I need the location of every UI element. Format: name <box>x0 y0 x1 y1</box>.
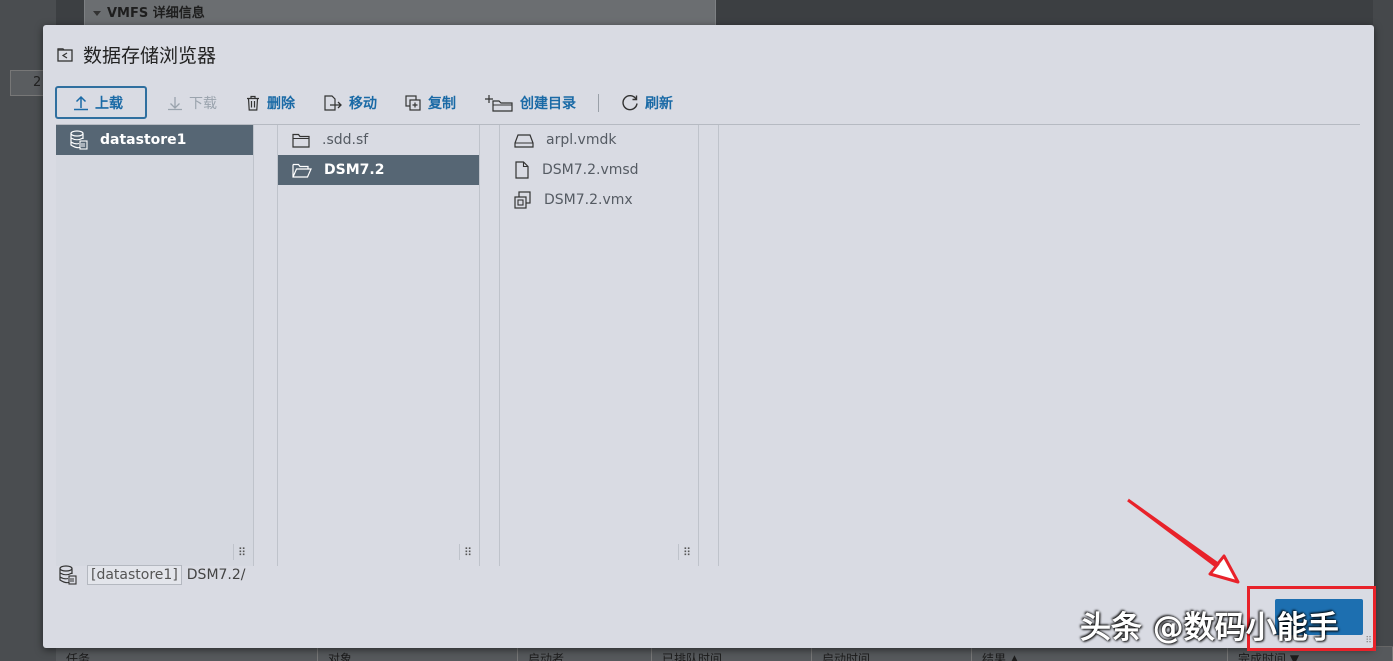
toolbar: 上载 下载 删除 移动 复制 创建目录 刷新 <box>55 86 687 119</box>
download-button[interactable]: 下载 <box>153 86 231 119</box>
background-right-edge <box>1373 0 1393 661</box>
pane-spacer <box>699 125 719 566</box>
background-number-field: 2 <box>10 70 46 96</box>
background-section-title: VMFS 详细信息 <box>107 6 205 21</box>
datastore-icon <box>70 130 88 150</box>
copy-icon <box>405 94 421 111</box>
folder-label: .sdd.sf <box>322 132 369 148</box>
move-button[interactable]: 移动 <box>309 86 391 119</box>
folder-label-selected: DSM7.2 <box>324 162 385 178</box>
object-column-header: 对象 <box>318 647 518 661</box>
task-column-header: 任务 <box>56 647 318 661</box>
pane-spacer <box>480 125 500 566</box>
folder-icon <box>292 133 310 148</box>
grip-dots-icon: ⠿ <box>463 546 473 559</box>
move-label: 移动 <box>349 95 377 112</box>
datastore-item[interactable]: datastore1 <box>56 125 253 155</box>
refresh-label: 刷新 <box>645 95 673 112</box>
pane-resize-handle[interactable]: ⠿ <box>459 544 479 560</box>
watermark-text: 头条 @数码小能手 <box>1080 610 1339 646</box>
datastore-icon <box>59 565 77 585</box>
folder-item[interactable]: .sdd.sf <box>278 125 479 155</box>
background-section-header: VMFS 详细信息 <box>84 0 716 26</box>
pane-resize-handle[interactable]: ⠿ <box>678 544 698 560</box>
file-item[interactable]: DSM7.2.vmx <box>500 185 698 215</box>
file-item[interactable]: arpl.vmdk <box>500 125 698 155</box>
red-arrow-annotation <box>1127 498 1240 584</box>
new-folder-icon <box>485 94 513 112</box>
collapse-triangle-icon <box>93 11 101 16</box>
toolbar-divider <box>598 93 599 112</box>
folder-pane: .sdd.sf DSM7.2 ⠿ <box>278 125 480 566</box>
file-icon <box>515 161 529 179</box>
grip-dots-icon: ⠿ <box>682 546 692 559</box>
pane-spacer <box>254 125 278 566</box>
upload-button[interactable]: 上载 <box>55 86 147 119</box>
open-folder-icon <box>292 163 312 178</box>
background-task-table-header: 任务 对象 启动者 已排队时间 启动时间 结果 ▲ 完成时间 ▼ <box>56 646 1393 661</box>
file-item[interactable]: DSM7.2.vmsd <box>500 155 698 185</box>
trash-icon <box>247 95 259 111</box>
queued-time-column-header: 已排队时间 <box>652 647 812 661</box>
datastore-pane: datastore1 ⠿ <box>56 125 254 566</box>
upload-icon <box>74 95 88 110</box>
create-directory-button[interactable]: 创建目录 <box>470 86 590 119</box>
file-label: arpl.vmdk <box>546 132 617 148</box>
file-pane: arpl.vmdk DSM7.2.vmsd DSM7.2.vmx ⠿ <box>500 125 699 566</box>
grip-dots-icon: ⠿ <box>237 546 247 559</box>
path-datastore-tag: [datastore1] <box>87 565 182 585</box>
datastore-browser-icon <box>57 47 73 62</box>
download-label: 下载 <box>189 95 217 112</box>
vm-icon <box>514 191 531 209</box>
refresh-icon <box>622 94 638 110</box>
initiator-column-header: 启动者 <box>518 647 652 661</box>
delete-label: 删除 <box>267 95 295 112</box>
datastore-label: datastore1 <box>100 132 187 148</box>
start-time-column-header: 启动时间 <box>812 647 972 661</box>
move-icon <box>324 94 342 111</box>
download-icon <box>168 96 182 110</box>
folder-item-selected[interactable]: DSM7.2 <box>278 155 479 185</box>
path-bar: [datastore1] DSM7.2/ <box>59 565 246 585</box>
disk-icon <box>514 133 534 148</box>
empty-pane <box>719 125 1360 566</box>
result-column-header: 结果 ▲ <box>972 647 1228 661</box>
delete-button[interactable]: 删除 <box>231 86 309 119</box>
copy-label: 复制 <box>428 95 456 112</box>
upload-label: 上载 <box>95 95 123 112</box>
refresh-button[interactable]: 刷新 <box>607 86 687 119</box>
dialog-title-bar: 数据存储浏览器 <box>57 41 216 68</box>
dialog-title: 数据存储浏览器 <box>83 45 217 67</box>
path-folder: DSM7.2/ <box>186 567 246 583</box>
create-directory-label: 创建目录 <box>520 95 576 112</box>
file-label: DSM7.2.vmx <box>544 192 633 208</box>
copy-button[interactable]: 复制 <box>391 86 470 119</box>
file-label: DSM7.2.vmsd <box>542 162 639 178</box>
pane-resize-handle[interactable]: ⠿ <box>233 544 253 560</box>
